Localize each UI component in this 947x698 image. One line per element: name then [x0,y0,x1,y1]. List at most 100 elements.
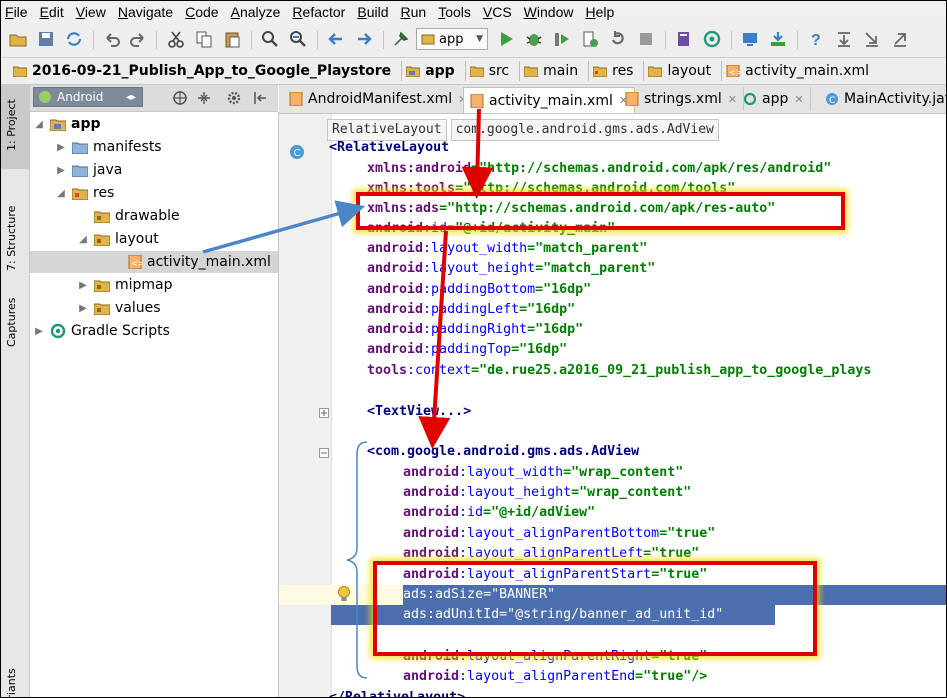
replace-icon[interactable] [289,30,307,48]
tool-tab-captures[interactable]: Captures [5,298,18,347]
code-token: android [403,505,460,520]
avd-manager-icon[interactable] [741,30,759,48]
tree-node-values[interactable]: ▶ values [76,297,160,319]
tab-android-manifest[interactable]: AndroidManifest.xml ✕ [283,87,475,111]
code-line: <RelativeLayout [329,138,449,158]
class-gutter-icon[interactable]: C [289,144,305,160]
menu-view[interactable]: View [76,4,106,20]
forward-icon[interactable] [355,30,373,48]
collapse-all-icon[interactable] [835,30,853,48]
stop-icon[interactable] [637,30,655,48]
collapse-icon[interactable] [196,90,212,106]
breadcrumb-file[interactable]: <> activity_main.xml [726,61,879,81]
menu-help[interactable]: Help [585,4,614,20]
fold-plus-icon[interactable] [319,408,329,418]
breadcrumb-project[interactable]: 2016-09-21_Publish_App_to_Google_Playsto… [13,61,403,81]
make-project-icon[interactable] [392,30,410,48]
copy-icon[interactable] [195,30,213,48]
menu-build[interactable]: Build [357,4,388,20]
project-view-selector[interactable]: Android ◂▸ [33,87,143,107]
redo-icon[interactable] [129,30,147,48]
code-line: tools:context="de.rue25.a2016_09_21_publ… [367,361,871,381]
tree-node-mipmap[interactable]: ▶ mipmap [76,274,172,296]
menu-edit[interactable]: Edit [40,4,64,20]
code-token: </RelativeLayout> [329,690,466,698]
help-icon[interactable]: ? [807,30,825,48]
sdk-manager-icon[interactable] [769,30,787,48]
breadcrumb-layout[interactable]: layout [648,61,723,81]
breadcrumb-res[interactable]: res [593,61,645,81]
tab-label: app [762,91,789,107]
open-folder-icon[interactable] [9,30,27,48]
annotation-highlight-box [356,192,845,230]
tab-app[interactable]: app ✕ [737,87,811,111]
breadcrumb-src[interactable]: src [469,61,521,81]
tree-node-layout[interactable]: ◢ layout [76,228,159,250]
tree-node-java[interactable]: ▶ java [54,159,122,181]
menu-run[interactable]: Run [400,4,426,20]
debug-icon[interactable] [525,30,543,48]
coverage-icon[interactable] [553,30,571,48]
menu-analyze[interactable]: Analyze [231,4,281,20]
menu-vcs[interactable]: VCS [483,4,512,20]
tree-node-drawable[interactable]: drawable [90,205,180,227]
back-icon[interactable] [327,30,345,48]
tool-tab-variants[interactable]: Variants [5,668,18,697]
tab-main-activity[interactable]: C MainActivity.java [819,87,946,111]
project-tree: ◢ app ▶ manifests ▶ java ◢ res drawable … [30,112,279,697]
code-token: <RelativeLayout [329,140,450,155]
cut-icon[interactable] [167,30,185,48]
menu-window[interactable]: Window [524,4,574,20]
tree-label: res [93,185,115,201]
close-icon[interactable]: ✕ [728,93,737,106]
close-icon[interactable]: ✕ [794,93,803,106]
hide-panel-icon[interactable] [252,90,268,106]
resource-folder-icon [72,188,88,200]
scroll-from-source-icon[interactable] [863,30,881,48]
breadcrumb-app-label: app [425,63,455,79]
attach-debugger-icon[interactable] [581,30,599,48]
apply-changes-icon[interactable] [609,30,627,48]
tab-activity-main[interactable]: activity_main.xml ✕ [463,87,636,113]
menu-tools[interactable]: Tools [438,4,471,20]
scroll-target-icon[interactable] [172,90,188,106]
tool-tab-project[interactable]: 1: Project [5,99,18,151]
xml-file-icon: <> [128,255,142,269]
module-folder-icon [406,66,421,77]
gear-icon[interactable] [226,90,242,106]
tool-tab-structure[interactable]: 7: Structure [5,206,18,271]
tab-strings[interactable]: strings.xml ✕ [619,87,744,111]
save-all-icon[interactable] [37,30,55,48]
collapsed-arrow-icon: ▶ [35,325,43,337]
folder-icon [94,280,110,292]
menu-code[interactable]: Code [185,4,218,20]
tree-node-res[interactable]: ◢ res [54,182,114,204]
export-icon[interactable] [891,30,909,48]
tree-node-manifests[interactable]: ▶ manifests [54,136,161,158]
code-token: ="16dp" [519,302,576,317]
undo-icon[interactable] [103,30,121,48]
run-icon[interactable] [497,30,515,48]
breadcrumb-main[interactable]: main [524,61,590,81]
code-token: <com.google.android.gms.ads.AdView [367,444,640,459]
svg-text:?: ? [811,32,821,48]
gradle-sync-icon[interactable] [703,30,721,48]
menu-file[interactable]: File [5,4,28,20]
tree-node-activity-main[interactable]: <> activity_main.xml [30,251,278,273]
editor-crumb-relativelayout[interactable]: RelativeLayout [327,119,447,141]
tree-node-gradle-scripts[interactable]: ▶ Gradle Scripts [32,320,170,342]
sync-icon[interactable] [65,30,83,48]
fold-minus-icon[interactable] [319,448,329,458]
menu-refactor[interactable]: Refactor [292,4,345,20]
run-configuration-select[interactable]: app ▼ [416,28,488,50]
project-structure-icon[interactable] [675,30,693,48]
code-token: :layout_height [459,485,572,500]
editor-crumb-adview[interactable]: com.google.android.gms.ads.AdView [450,119,719,141]
module-folder-icon [50,119,66,131]
find-icon[interactable] [261,30,279,48]
breadcrumb-app[interactable]: app [406,61,466,81]
tree-node-app[interactable]: ◢ app [32,113,100,135]
menu-navigate[interactable]: Navigate [118,4,173,20]
xml-file-icon [289,92,303,106]
paste-icon[interactable] [223,30,241,48]
